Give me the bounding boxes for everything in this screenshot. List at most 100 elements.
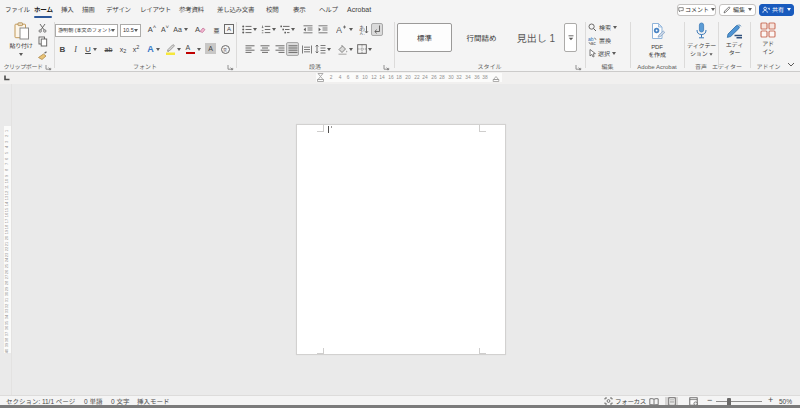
shading-button[interactable] (336, 43, 353, 56)
highlight-color-button[interactable] (164, 43, 182, 56)
tab-mailings[interactable]: 差し込み文書 (217, 0, 254, 19)
line-spacing-button[interactable] (314, 43, 331, 56)
svg-text:ac: ac (591, 40, 597, 45)
style-heading1[interactable]: 見出し 1 (510, 23, 562, 52)
bold-button[interactable]: B (57, 43, 68, 56)
zoom-out-button[interactable]: − (707, 395, 712, 405)
comments-button[interactable]: コメント (677, 4, 716, 17)
indent-markers-left[interactable] (317, 73, 327, 82)
cut-button[interactable] (36, 22, 49, 33)
align-right-button[interactable] (273, 43, 286, 56)
align-center-button[interactable] (258, 43, 271, 56)
show-editing-marks-button[interactable] (371, 23, 383, 36)
h-ruler-number: 16 (387, 74, 395, 79)
editing-mode-button[interactable]: 編集 (719, 4, 756, 17)
v-ruler-number: 21 (5, 241, 9, 246)
tab-references[interactable]: 参考資料 (179, 0, 204, 19)
style-no-spacing[interactable]: 行間詰め (455, 23, 508, 52)
copy-button[interactable] (36, 35, 49, 47)
align-right-icon (275, 45, 285, 54)
tab-insert[interactable]: 挿入 (61, 0, 73, 19)
increase-indent-button[interactable] (316, 23, 329, 36)
format-painter-button[interactable] (36, 49, 49, 61)
font-size-combo[interactable]: 10.5 (120, 24, 141, 37)
tab-review[interactable]: 校閲 (266, 0, 278, 19)
h-ruler-number: 18 (395, 74, 403, 79)
h-ruler-number: 8 (353, 74, 361, 79)
tab-home[interactable]: ホーム (34, 0, 53, 19)
font-name-combo[interactable]: 游明朝 (本文のフォント (55, 24, 118, 37)
tab-stop-selector[interactable] (4, 75, 10, 81)
bullets-button[interactable] (241, 23, 257, 36)
text-effects-button[interactable]: A (145, 43, 162, 56)
v-ruler-number: 33 (5, 309, 9, 314)
align-left-button[interactable] (243, 43, 256, 56)
document-page[interactable] (296, 124, 506, 355)
tab-file[interactable]: ファイル (5, 0, 30, 19)
change-case-button[interactable]: Aa (172, 23, 189, 36)
sort-button[interactable]: あん (357, 23, 370, 36)
tab-help[interactable]: ヘルプ (319, 0, 338, 19)
editing-group-label: 編集 (585, 62, 630, 72)
styles-dialog-launcher[interactable] (575, 64, 582, 71)
editing-mode-label: 編集 (733, 5, 745, 14)
tab-draw[interactable]: 描画 (82, 0, 94, 19)
style-normal[interactable]: 標準 (397, 23, 452, 52)
font-size-dropdown-icon (134, 29, 138, 32)
bullets-icon (242, 25, 252, 34)
styles-gallery-more-button[interactable] (564, 23, 577, 52)
tab-design[interactable]: デザイン (106, 0, 131, 19)
character-border-button[interactable]: A (224, 24, 234, 34)
phonetic-guide-button[interactable]: 亜 (211, 24, 222, 36)
distribute-button[interactable] (300, 43, 313, 56)
numbering-button[interactable] (260, 23, 276, 36)
justify-button[interactable] (286, 42, 299, 56)
v-ruler-number: 12 (5, 190, 9, 195)
strikethrough-button[interactable]: ab (102, 43, 115, 56)
borders-button[interactable] (356, 43, 373, 56)
underline-button[interactable]: U (83, 43, 99, 56)
horizontal-ruler[interactable]: 2468101214161820222426283032343638 (0, 72, 800, 84)
tab-acrobat[interactable]: Acrobat (347, 0, 371, 19)
acrobat-group-label: Adobe Acrobat (632, 62, 682, 72)
superscript-button[interactable]: x2 (130, 43, 142, 56)
select-button[interactable]: 選択 (588, 49, 616, 58)
multilevel-list-button[interactable] (279, 23, 295, 36)
zoom-in-button[interactable]: + (768, 395, 773, 405)
editor-group-label: エディター (712, 62, 742, 72)
italic-button[interactable]: I (70, 43, 81, 56)
clipboard-dialog-launcher[interactable] (45, 64, 52, 71)
indent-marker-right[interactable] (492, 73, 501, 82)
v-ruler-number: 17 (5, 219, 9, 224)
clear-formatting-button[interactable]: A (193, 23, 208, 36)
multilevel-dropdown-icon (291, 28, 295, 31)
subscript-button[interactable]: x2 (117, 43, 129, 56)
superscript-mark: 2 (136, 44, 139, 50)
text-effects-dropdown-icon (156, 48, 160, 51)
replace-button[interactable]: abac 置換 (588, 36, 611, 45)
asian-layout-dropdown-icon (349, 28, 353, 31)
font-color-button[interactable]: A (184, 43, 202, 56)
vertical-ruler[interactable]: 1234567891011121314151617181920212223242… (3, 84, 12, 396)
decrease-indent-button[interactable] (301, 23, 314, 36)
share-button[interactable]: 共有 (759, 4, 794, 17)
group-separator (630, 22, 631, 68)
tab-layout[interactable]: レイアウト (140, 0, 171, 19)
shrink-font-button[interactable]: A˅ (159, 23, 171, 36)
phonetic-guide-glyph: 亜 (213, 26, 219, 35)
collapse-ribbon-button[interactable] (785, 59, 797, 70)
character-shading-button[interactable]: A (205, 43, 216, 54)
font-name-value: 游明朝 (本文のフォント (58, 26, 112, 33)
grow-font-button[interactable]: A˄ (146, 23, 158, 36)
status-bar: セクション: 1 1/1 ページ 0 単語 0 文字 挿入モード フォーカス −… (0, 395, 800, 406)
zoom-slider-track[interactable] (716, 401, 762, 402)
find-button[interactable]: 検索 (588, 23, 617, 32)
enclose-characters-button[interactable]: 亜 (219, 43, 231, 55)
v-ruler-number: 5 (5, 151, 9, 156)
tab-view[interactable]: 表示 (293, 0, 305, 19)
numbering-dropdown-icon (272, 28, 276, 31)
italic-glyph: I (74, 45, 77, 54)
asian-layout-button[interactable]: A (334, 23, 354, 36)
font-dialog-launcher[interactable] (227, 64, 234, 71)
paragraph-dialog-launcher[interactable] (383, 64, 390, 71)
